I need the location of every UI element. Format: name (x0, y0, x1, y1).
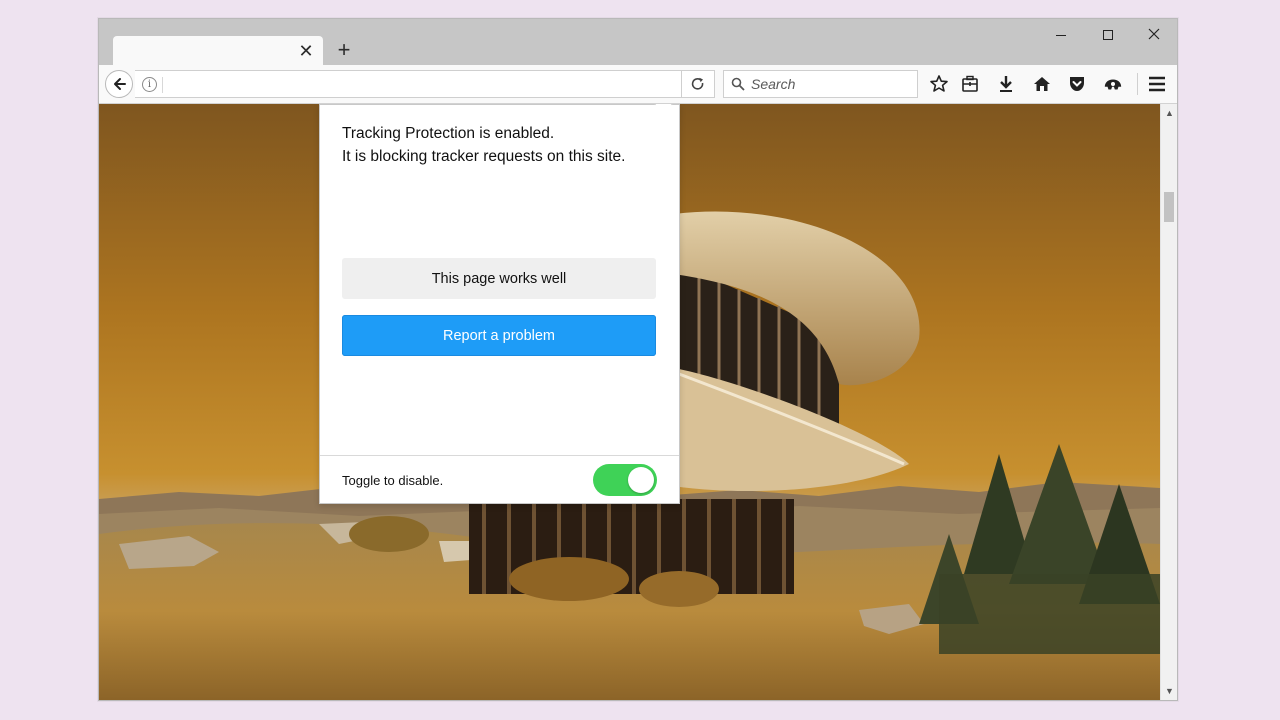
url-bar[interactable]: i (135, 70, 713, 98)
message-line-1: Tracking Protection is enabled. (342, 125, 555, 142)
tracking-protection-toggle[interactable] (593, 464, 657, 496)
back-button[interactable] (105, 70, 133, 98)
info-icon[interactable]: i (142, 77, 157, 92)
minimize-icon (1056, 35, 1066, 36)
new-tab-button[interactable]: + (333, 39, 355, 61)
panel-arrow (654, 104, 673, 114)
browser-tab[interactable]: ✕ (113, 36, 323, 65)
toolbar-separator (1137, 73, 1138, 95)
panel-message: Tracking Protection is enabled. It is bl… (342, 122, 625, 168)
panel-footer: Toggle to disable. (320, 455, 679, 504)
reload-button[interactable] (681, 70, 715, 98)
scroll-up-icon[interactable]: ▲ (1165, 108, 1174, 118)
close-window-button[interactable] (1139, 25, 1169, 45)
back-arrow-icon (114, 78, 126, 90)
search-bar[interactable] (723, 70, 918, 98)
download-icon[interactable] (996, 74, 1016, 94)
tab-close-icon[interactable]: ✕ (297, 42, 315, 60)
page-works-well-button[interactable]: This page works well (342, 258, 656, 299)
reload-icon (691, 77, 704, 90)
tab-strip: ✕ + (99, 19, 1177, 65)
navigation-toolbar: i (99, 65, 1177, 104)
toggle-knob[interactable] (628, 467, 654, 493)
toggle-label: Toggle to disable. (342, 473, 444, 488)
scroll-down-icon[interactable]: ▼ (1165, 686, 1174, 696)
search-icon (731, 77, 745, 91)
message-line-2: It is blocking tracker requests on this … (342, 148, 626, 165)
library-icon[interactable] (960, 74, 980, 94)
extension-icon[interactable] (1103, 74, 1123, 94)
url-separator (162, 77, 163, 93)
pocket-icon[interactable] (1067, 74, 1087, 94)
close-icon (1148, 28, 1160, 40)
tracking-protection-panel: Tracking Protection is enabled. It is bl… (319, 104, 680, 504)
minimize-button[interactable] (1046, 25, 1076, 45)
bookmark-star-icon[interactable] (929, 74, 949, 94)
search-input[interactable] (751, 75, 911, 93)
browser-window: ✕ + i Search Tracking Protection is enab… (98, 18, 1178, 701)
maximize-button[interactable] (1093, 25, 1123, 45)
menu-icon[interactable] (1147, 74, 1167, 94)
report-problem-button[interactable]: Report a problem (342, 315, 656, 356)
page-content: Tracking Protection is enabled. It is bl… (99, 104, 1160, 700)
scroll-thumb[interactable] (1164, 192, 1174, 222)
maximize-icon (1103, 30, 1113, 40)
vertical-scrollbar[interactable]: ▲ ▼ (1160, 104, 1177, 700)
home-icon[interactable] (1032, 74, 1052, 94)
